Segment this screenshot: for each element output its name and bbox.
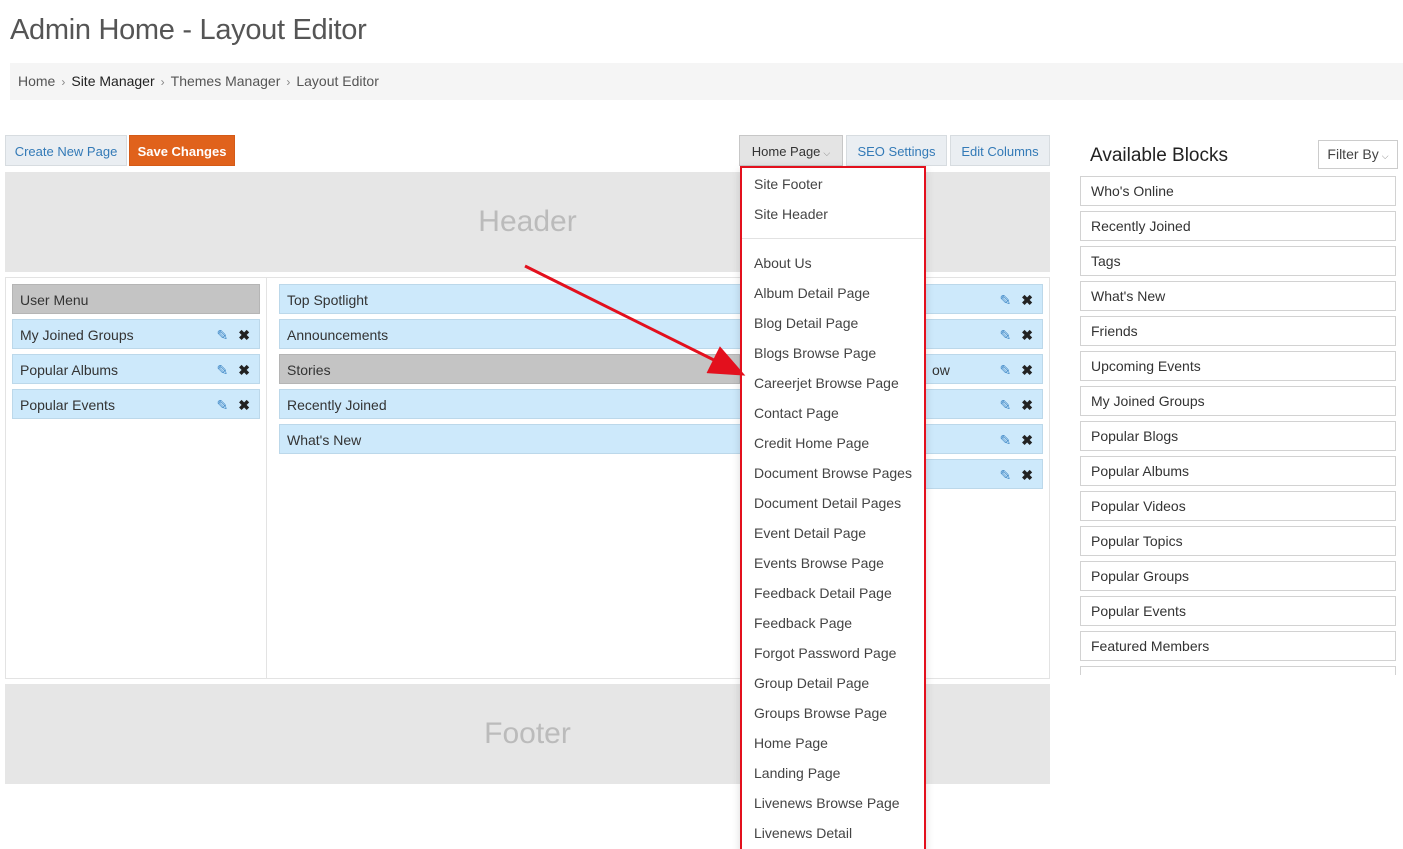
menu-item[interactable]: Feedback Detail Page — [754, 585, 892, 601]
block-right-partial[interactable]: ow ✎ ✖ — [924, 354, 1043, 384]
block-stories-heading: Stories — [279, 354, 740, 384]
available-block[interactable]: Friends — [1080, 316, 1396, 346]
available-block[interactable]: Popular Events — [1080, 596, 1396, 626]
close-icon[interactable]: ✖ — [238, 355, 250, 385]
block-recently-joined[interactable]: Recently Joined ✎ ✖ — [279, 389, 1043, 419]
block-label: What's New — [287, 432, 362, 448]
block-announcements[interactable]: Announcements ✎ ✖ — [279, 319, 1043, 349]
menu-item[interactable]: Site Footer — [754, 176, 822, 192]
block-label: ow — [932, 362, 950, 378]
chevron-down-icon: ⌵ — [1381, 151, 1389, 161]
close-icon[interactable]: ✖ — [1021, 425, 1033, 455]
block-label: My Joined Groups — [20, 327, 134, 343]
close-icon[interactable]: ✖ — [1021, 390, 1033, 420]
available-block[interactable]: Upcoming Events — [1080, 351, 1396, 381]
filter-by-dropdown[interactable]: Filter By ⌵ — [1318, 140, 1398, 169]
filter-label: Filter By — [1327, 146, 1379, 162]
pencil-icon[interactable]: ✎ — [1000, 320, 1012, 350]
menu-item[interactable]: Group Detail Page — [754, 675, 869, 691]
close-icon[interactable]: ✖ — [1021, 355, 1033, 385]
block-popular-albums[interactable]: Popular Albums ✎ ✖ — [12, 354, 260, 384]
available-blocks-list: Who's Online Recently Joined Tags What's… — [1080, 176, 1397, 675]
block-popular-events[interactable]: Popular Events ✎ ✖ — [12, 389, 260, 419]
available-block[interactable]: Tags — [1080, 246, 1396, 276]
menu-item[interactable]: Contact Page — [754, 405, 839, 421]
page-select-menu: Site Footer Site Header About Us Album D… — [740, 166, 926, 849]
column-divider — [266, 277, 267, 679]
menu-item[interactable]: Credit Home Page — [754, 435, 869, 451]
menu-item[interactable]: Document Detail Pages — [754, 495, 901, 511]
chevron-right-icon: › — [61, 75, 66, 89]
pencil-icon[interactable]: ✎ — [1000, 460, 1012, 490]
block-label: Top Spotlight — [287, 292, 368, 308]
available-block[interactable] — [1080, 666, 1396, 675]
block-whats-new[interactable]: What's New ✎ ✖ — [279, 424, 1043, 454]
page-select-label: Home Page — [751, 144, 821, 159]
chevron-right-icon: › — [286, 75, 291, 89]
menu-item[interactable]: Careerjet Browse Page — [754, 375, 899, 391]
breadcrumb-themes-manager[interactable]: Themes Manager — [171, 73, 281, 89]
menu-item[interactable]: Events Browse Page — [754, 555, 884, 571]
block-label: Popular Albums — [20, 362, 119, 378]
block-my-joined-groups[interactable]: My Joined Groups ✎ ✖ — [12, 319, 260, 349]
menu-item[interactable]: Blog Detail Page — [754, 315, 858, 331]
available-block[interactable]: Recently Joined — [1080, 211, 1396, 241]
close-icon[interactable]: ✖ — [1021, 320, 1033, 350]
available-block[interactable]: Popular Videos — [1080, 491, 1396, 521]
left-column-heading: User Menu — [12, 284, 260, 314]
block-label: Recently Joined — [287, 397, 387, 413]
available-block[interactable]: My Joined Groups — [1080, 386, 1396, 416]
pencil-icon[interactable]: ✎ — [1000, 285, 1012, 315]
chevron-right-icon: › — [160, 75, 165, 89]
menu-item[interactable]: Livenews Browse Page — [754, 795, 900, 811]
block-right-extra[interactable]: ✎ ✖ — [924, 459, 1043, 489]
block-label: Announcements — [287, 327, 389, 343]
available-block[interactable]: What's New — [1080, 281, 1396, 311]
breadcrumb-site-manager[interactable]: Site Manager — [71, 73, 154, 89]
available-blocks-title: Available Blocks — [1090, 145, 1229, 166]
page-title: Admin Home - Layout Editor — [10, 14, 367, 46]
block-label: Stories — [287, 362, 331, 378]
edit-columns-button[interactable]: Edit Columns — [950, 135, 1050, 166]
menu-item[interactable]: Forgot Password Page — [754, 645, 896, 661]
menu-item[interactable]: Feedback Page — [754, 615, 852, 631]
menu-item[interactable]: Document Browse Pages — [754, 465, 912, 481]
menu-item[interactable]: Home Page — [754, 735, 828, 751]
menu-item[interactable]: Event Detail Page — [754, 525, 866, 541]
menu-item[interactable]: Blogs Browse Page — [754, 345, 876, 361]
close-icon[interactable]: ✖ — [1021, 285, 1033, 315]
block-label: Popular Events — [20, 397, 115, 413]
menu-item[interactable]: Groups Browse Page — [754, 705, 887, 721]
chevron-down-icon: ⌵ — [823, 148, 831, 158]
breadcrumb-layout-editor: Layout Editor — [296, 73, 379, 89]
close-icon[interactable]: ✖ — [1021, 460, 1033, 490]
seo-settings-button[interactable]: SEO Settings — [846, 135, 947, 166]
available-block[interactable]: Popular Topics — [1080, 526, 1396, 556]
menu-item[interactable]: About Us — [754, 255, 812, 271]
pencil-icon[interactable]: ✎ — [217, 390, 229, 420]
create-new-page-button[interactable]: Create New Page — [5, 135, 127, 166]
save-changes-button[interactable]: Save Changes — [129, 135, 235, 166]
pencil-icon[interactable]: ✎ — [217, 320, 229, 350]
breadcrumb-home[interactable]: Home — [18, 73, 55, 89]
available-block[interactable]: Featured Members — [1080, 631, 1396, 661]
menu-item[interactable]: Livenews Detail — [754, 825, 852, 841]
menu-divider — [742, 238, 924, 239]
close-icon[interactable]: ✖ — [238, 390, 250, 420]
available-block[interactable]: Popular Groups — [1080, 561, 1396, 591]
menu-item[interactable]: Album Detail Page — [754, 285, 870, 301]
breadcrumb: Home › Site Manager › Themes Manager › Layout … — [10, 63, 1403, 100]
menu-item[interactable]: Landing Page — [754, 765, 840, 781]
menu-item[interactable]: Site Header — [754, 206, 828, 222]
pencil-icon[interactable]: ✎ — [1000, 355, 1012, 385]
pencil-icon[interactable]: ✎ — [1000, 390, 1012, 420]
page-select-dropdown[interactable]: Home Page ⌵ — [739, 135, 843, 166]
pencil-icon[interactable]: ✎ — [217, 355, 229, 385]
block-top-spotlight[interactable]: Top Spotlight ✎ ✖ — [279, 284, 1043, 314]
available-block[interactable]: Who's Online — [1080, 176, 1396, 206]
pencil-icon[interactable]: ✎ — [1000, 425, 1012, 455]
close-icon[interactable]: ✖ — [238, 320, 250, 350]
available-block[interactable]: Popular Blogs — [1080, 421, 1396, 451]
available-block[interactable]: Popular Albums — [1080, 456, 1396, 486]
